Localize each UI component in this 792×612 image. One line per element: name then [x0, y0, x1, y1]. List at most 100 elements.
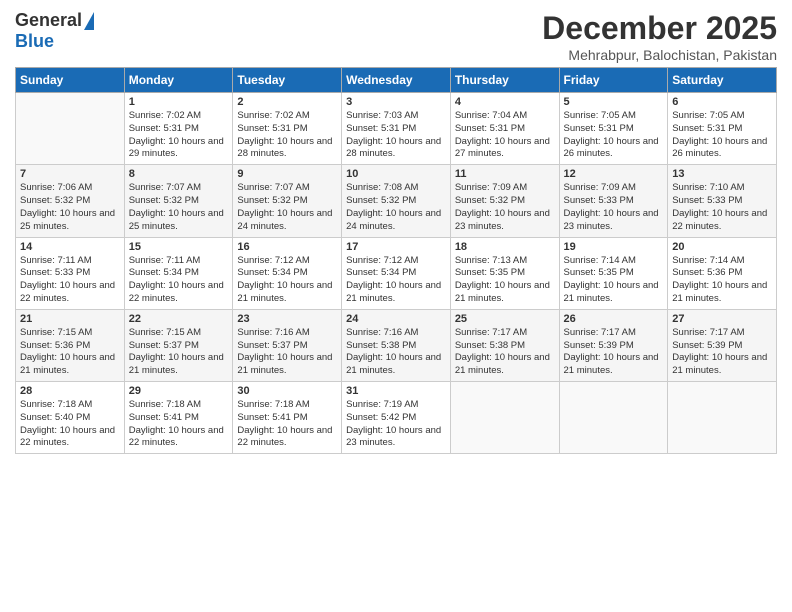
- day-cell: [450, 382, 559, 454]
- day-number: 18: [455, 241, 555, 253]
- location: Mehrabpur, Balochistan, Pakistan: [542, 47, 777, 63]
- day-info: Sunrise: 7:16 AM Sunset: 5:37 PM Dayligh…: [237, 327, 337, 378]
- day-cell: 23 Sunrise: 7:16 AM Sunset: 5:37 PM Dayli…: [233, 309, 342, 381]
- day-cell: 12Sunrise: 7:09 AM Sunset: 5:33 PM Dayli…: [559, 165, 668, 237]
- day-number: 4: [455, 96, 555, 108]
- day-cell: 16 Sunrise: 7:12 AM Sunset: 5:34 PM Dayli…: [233, 237, 342, 309]
- page-container: General Blue December 2025 Mehrabpur, Ba…: [0, 0, 792, 464]
- day-number: 13: [672, 168, 772, 180]
- day-info: Sunrise: 7:08 AM Sunset: 5:32 PM Dayligh…: [346, 182, 446, 233]
- day-cell: 25 Sunrise: 7:17 AM Sunset: 5:38 PM Dayli…: [450, 309, 559, 381]
- day-info: Sunrise: 7:09 AM Sunset: 5:33 PM Dayligh…: [564, 182, 664, 233]
- day-info: Sunrise: 7:04 AM Sunset: 5:31 PM Dayligh…: [455, 110, 555, 161]
- day-number: 28: [20, 385, 120, 397]
- day-number: 19: [564, 241, 664, 253]
- day-number: 21: [20, 313, 120, 325]
- day-cell: 15 Sunrise: 7:11 AM Sunset: 5:34 PM Dayli…: [124, 237, 233, 309]
- day-number: 22: [129, 313, 229, 325]
- day-cell: 8Sunrise: 7:07 AM Sunset: 5:32 PM Daylig…: [124, 165, 233, 237]
- day-number: 20: [672, 241, 772, 253]
- day-cell: 9 Sunrise: 7:07 AM Sunset: 5:32 PM Daylig…: [233, 165, 342, 237]
- day-cell: 4 Sunrise: 7:04 AM Sunset: 5:31 PM Daylig…: [450, 93, 559, 165]
- calendar-table: SundayMondayTuesdayWednesdayThursdayFrid…: [15, 67, 777, 454]
- title-block: December 2025 Mehrabpur, Balochistan, Pa…: [542, 10, 777, 63]
- day-cell: [559, 382, 668, 454]
- day-info: Sunrise: 7:13 AM Sunset: 5:35 PM Dayligh…: [455, 255, 555, 306]
- day-number: 8: [129, 168, 229, 180]
- day-cell: 3 Sunrise: 7:03 AM Sunset: 5:31 PM Daylig…: [342, 93, 451, 165]
- day-info: Sunrise: 7:09 AM Sunset: 5:32 PM Dayligh…: [455, 182, 555, 233]
- header-cell-tuesday: Tuesday: [233, 68, 342, 93]
- day-number: 30: [237, 385, 337, 397]
- day-cell: 31 Sunrise: 7:19 AM Sunset: 5:42 PM Dayli…: [342, 382, 451, 454]
- day-cell: 26 Sunrise: 7:17 AM Sunset: 5:39 PM Dayli…: [559, 309, 668, 381]
- day-info: Sunrise: 7:18 AM Sunset: 5:41 PM Dayligh…: [129, 399, 229, 450]
- logo: General Blue: [15, 10, 94, 52]
- day-cell: 6 Sunrise: 7:05 AM Sunset: 5:31 PM Daylig…: [668, 93, 777, 165]
- day-number: 23: [237, 313, 337, 325]
- day-number: 1: [129, 96, 229, 108]
- day-info: Sunrise: 7:17 AM Sunset: 5:38 PM Dayligh…: [455, 327, 555, 378]
- day-number: 6: [672, 96, 772, 108]
- day-number: 29: [129, 385, 229, 397]
- day-info: Sunrise: 7:17 AM Sunset: 5:39 PM Dayligh…: [672, 327, 772, 378]
- day-info: Sunrise: 7:15 AM Sunset: 5:36 PM Dayligh…: [20, 327, 120, 378]
- week-row-1: 1 Sunrise: 7:02 AM Sunset: 5:31 PM Daylig…: [16, 93, 777, 165]
- day-number: 7: [20, 168, 120, 180]
- header-cell-saturday: Saturday: [668, 68, 777, 93]
- day-info: Sunrise: 7:14 AM Sunset: 5:35 PM Dayligh…: [564, 255, 664, 306]
- day-cell: 14Sunrise: 7:11 AM Sunset: 5:33 PM Dayli…: [16, 237, 125, 309]
- day-cell: 20Sunrise: 7:14 AM Sunset: 5:36 PM Dayli…: [668, 237, 777, 309]
- day-cell: 19 Sunrise: 7:14 AM Sunset: 5:35 PM Dayli…: [559, 237, 668, 309]
- day-info: Sunrise: 7:10 AM Sunset: 5:33 PM Dayligh…: [672, 182, 772, 233]
- day-info: Sunrise: 7:12 AM Sunset: 5:34 PM Dayligh…: [237, 255, 337, 306]
- week-row-4: 21 Sunrise: 7:15 AM Sunset: 5:36 PM Dayli…: [16, 309, 777, 381]
- day-cell: 22Sunrise: 7:15 AM Sunset: 5:37 PM Dayli…: [124, 309, 233, 381]
- day-number: 16: [237, 241, 337, 253]
- day-info: Sunrise: 7:18 AM Sunset: 5:40 PM Dayligh…: [20, 399, 120, 450]
- day-cell: 24Sunrise: 7:16 AM Sunset: 5:38 PM Dayli…: [342, 309, 451, 381]
- day-info: Sunrise: 7:02 AM Sunset: 5:31 PM Dayligh…: [129, 110, 229, 161]
- header-cell-wednesday: Wednesday: [342, 68, 451, 93]
- day-cell: 13 Sunrise: 7:10 AM Sunset: 5:33 PM Dayli…: [668, 165, 777, 237]
- day-info: Sunrise: 7:17 AM Sunset: 5:39 PM Dayligh…: [564, 327, 664, 378]
- day-info: Sunrise: 7:19 AM Sunset: 5:42 PM Dayligh…: [346, 399, 446, 450]
- day-cell: [16, 93, 125, 165]
- day-number: 9: [237, 168, 337, 180]
- day-cell: 27Sunrise: 7:17 AM Sunset: 5:39 PM Dayli…: [668, 309, 777, 381]
- day-info: Sunrise: 7:03 AM Sunset: 5:31 PM Dayligh…: [346, 110, 446, 161]
- header-cell-monday: Monday: [124, 68, 233, 93]
- day-info: Sunrise: 7:18 AM Sunset: 5:41 PM Dayligh…: [237, 399, 337, 450]
- day-info: Sunrise: 7:06 AM Sunset: 5:32 PM Dayligh…: [20, 182, 120, 233]
- day-cell: 21 Sunrise: 7:15 AM Sunset: 5:36 PM Dayli…: [16, 309, 125, 381]
- day-info: Sunrise: 7:12 AM Sunset: 5:34 PM Dayligh…: [346, 255, 446, 306]
- day-info: Sunrise: 7:11 AM Sunset: 5:34 PM Dayligh…: [129, 255, 229, 306]
- day-cell: 7 Sunrise: 7:06 AM Sunset: 5:32 PM Daylig…: [16, 165, 125, 237]
- day-number: 25: [455, 313, 555, 325]
- header: General Blue December 2025 Mehrabpur, Ba…: [15, 10, 777, 63]
- day-info: Sunrise: 7:05 AM Sunset: 5:31 PM Dayligh…: [672, 110, 772, 161]
- day-number: 17: [346, 241, 446, 253]
- day-number: 26: [564, 313, 664, 325]
- day-number: 10: [346, 168, 446, 180]
- header-row: SundayMondayTuesdayWednesdayThursdayFrid…: [16, 68, 777, 93]
- header-cell-friday: Friday: [559, 68, 668, 93]
- day-cell: 17 Sunrise: 7:12 AM Sunset: 5:34 PM Dayli…: [342, 237, 451, 309]
- day-number: 11: [455, 168, 555, 180]
- header-cell-sunday: Sunday: [16, 68, 125, 93]
- day-cell: 2Sunrise: 7:02 AM Sunset: 5:31 PM Daylig…: [233, 93, 342, 165]
- day-cell: 18 Sunrise: 7:13 AM Sunset: 5:35 PM Dayli…: [450, 237, 559, 309]
- day-number: 31: [346, 385, 446, 397]
- day-number: 15: [129, 241, 229, 253]
- day-info: Sunrise: 7:11 AM Sunset: 5:33 PM Dayligh…: [20, 255, 120, 306]
- logo-icon: [84, 12, 94, 30]
- day-number: 3: [346, 96, 446, 108]
- header-cell-thursday: Thursday: [450, 68, 559, 93]
- day-cell: 1 Sunrise: 7:02 AM Sunset: 5:31 PM Daylig…: [124, 93, 233, 165]
- day-cell: 10 Sunrise: 7:08 AM Sunset: 5:32 PM Dayli…: [342, 165, 451, 237]
- day-cell: [668, 382, 777, 454]
- week-row-2: 7 Sunrise: 7:06 AM Sunset: 5:32 PM Daylig…: [16, 165, 777, 237]
- day-info: Sunrise: 7:07 AM Sunset: 5:32 PM Dayligh…: [237, 182, 337, 233]
- day-number: 2: [237, 96, 337, 108]
- logo-general: General: [15, 10, 82, 31]
